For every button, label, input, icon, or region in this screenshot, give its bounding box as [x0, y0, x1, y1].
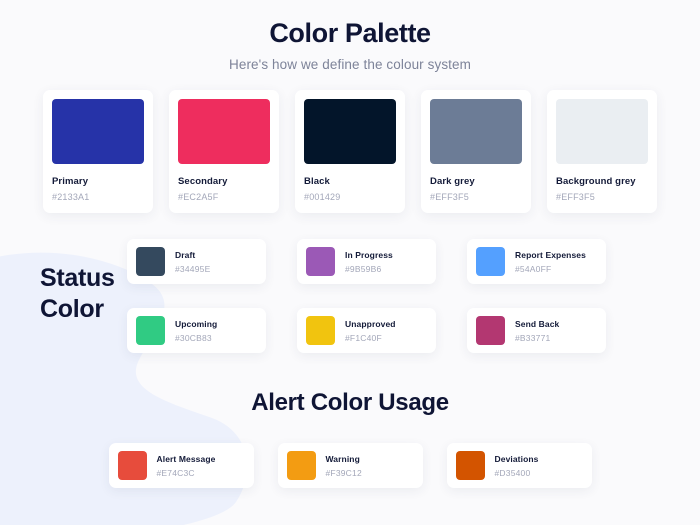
chip-swatch — [136, 316, 165, 345]
chip-swatch — [455, 451, 485, 480]
palette-swatch — [430, 99, 522, 164]
page-title: Color Palette — [269, 18, 431, 48]
chip-name: Alert Message — [156, 453, 216, 464]
color-chip-card[interactable]: Draft #34495E — [127, 239, 266, 284]
chip-name: Unapproved — [345, 318, 396, 329]
chip-swatch — [476, 316, 505, 345]
chip-hex: #B33771 — [515, 332, 551, 343]
chip-hex: #D35400 — [494, 467, 531, 478]
palette-card-name: Background grey — [556, 176, 636, 187]
palette-card-name: Black — [304, 176, 330, 187]
chip-hex: #F39C12 — [325, 467, 362, 478]
page-header: Color Palette Here's how we define the c… — [0, 0, 700, 72]
chip-hex: #F1C40F — [345, 332, 382, 343]
palette-card-name: Dark grey — [430, 176, 475, 187]
palette-swatch — [52, 99, 144, 164]
chip-text-group: Upcoming #30CB83 — [175, 319, 217, 343]
color-chip-card[interactable]: Send Back #B33771 — [467, 308, 606, 353]
chip-text-group: Draft #34495E — [175, 250, 210, 274]
chip-swatch — [476, 247, 505, 276]
chip-text-group: Unapproved #F1C40F — [345, 319, 396, 343]
alert-card-row: Alert Message #E74C3C Warning #F39C12 Deviat… — [0, 443, 700, 488]
palette-card-hex: #001429 — [304, 192, 341, 202]
palette-card[interactable]: Black #001429 — [295, 90, 405, 213]
palette-card[interactable]: Secondary #EC2A5F — [169, 90, 279, 213]
chip-hex: #34495E — [175, 263, 211, 274]
chip-hex: #30CB83 — [175, 332, 212, 343]
alert-section-title: Alert Color Usage — [251, 389, 449, 416]
page-subtitle: Here's how we define the colour system — [229, 57, 471, 72]
chip-name: Deviations — [494, 453, 539, 464]
chip-name: In Progress — [345, 249, 393, 260]
palette-card-name: Primary — [52, 176, 89, 187]
chip-text-group: Alert Message #E74C3C — [157, 454, 216, 478]
status-heading-line-2: Color — [40, 294, 104, 323]
chip-text-group: Report Expenses #54A0FF — [515, 250, 586, 274]
color-chip-card[interactable]: In Progress #9B59B6 — [297, 239, 436, 284]
chip-name: Warning — [325, 453, 360, 464]
chip-hex: #54A0FF — [515, 263, 552, 274]
status-heading-line-1: Status — [40, 264, 115, 292]
palette-swatch — [304, 99, 396, 164]
palette-swatch — [556, 99, 648, 164]
chip-name: Report Expenses — [515, 249, 586, 260]
palette-card-hex: #2133A1 — [52, 192, 90, 202]
palette-card[interactable]: Primary #2133A1 — [43, 90, 153, 213]
color-chip-card[interactable]: Warning #F39C12 — [277, 443, 423, 488]
alert-color-section: Alert Color Usage Alert Message #E74C3C Wa… — [0, 389, 700, 488]
palette-card[interactable]: Background grey #EFF3F5 — [547, 90, 657, 213]
chip-swatch — [136, 247, 165, 276]
chip-text-group: Warning #F39C12 — [326, 454, 362, 478]
status-section-heading: Status Color — [0, 239, 126, 324]
chip-swatch — [286, 451, 316, 480]
chip-text-group: In Progress #9B59B6 — [345, 250, 393, 274]
color-chip-card[interactable]: Deviations #D35400 — [446, 443, 592, 488]
chip-swatch — [306, 316, 335, 345]
color-chip-card[interactable]: Report Expenses #54A0FF — [467, 239, 606, 284]
chip-swatch — [117, 451, 147, 480]
status-color-section: Status Color Draft #34495E In Progress #9B5… — [0, 239, 700, 353]
palette-card-row: Primary #2133A1 Secondary #EC2A5F Black #0014… — [0, 90, 700, 213]
palette-card[interactable]: Dark grey #EFF3F5 — [421, 90, 531, 213]
chip-text-group: Deviations #D35400 — [495, 454, 539, 478]
chip-text-group: Send Back #B33771 — [515, 319, 559, 343]
chip-name: Draft — [175, 249, 196, 260]
palette-card-hex: #EC2A5F — [178, 192, 219, 202]
palette-swatch — [178, 99, 270, 164]
chip-swatch — [306, 247, 335, 276]
status-card-grid: Draft #34495E In Progress #9B59B6 Report Exp… — [126, 239, 700, 353]
color-chip-card[interactable]: Unapproved #F1C40F — [297, 308, 436, 353]
chip-name: Send Back — [515, 318, 560, 329]
palette-card-name: Secondary — [178, 176, 228, 187]
palette-card-hex: #EFF3F5 — [430, 192, 469, 202]
palette-card-hex: #EFF3F5 — [556, 192, 595, 202]
color-chip-card[interactable]: Upcoming #30CB83 — [127, 308, 266, 353]
chip-name: Upcoming — [175, 318, 218, 329]
chip-hex: #9B59B6 — [345, 263, 382, 274]
color-chip-card[interactable]: Alert Message #E74C3C — [108, 443, 254, 488]
chip-hex: #E74C3C — [156, 467, 195, 478]
